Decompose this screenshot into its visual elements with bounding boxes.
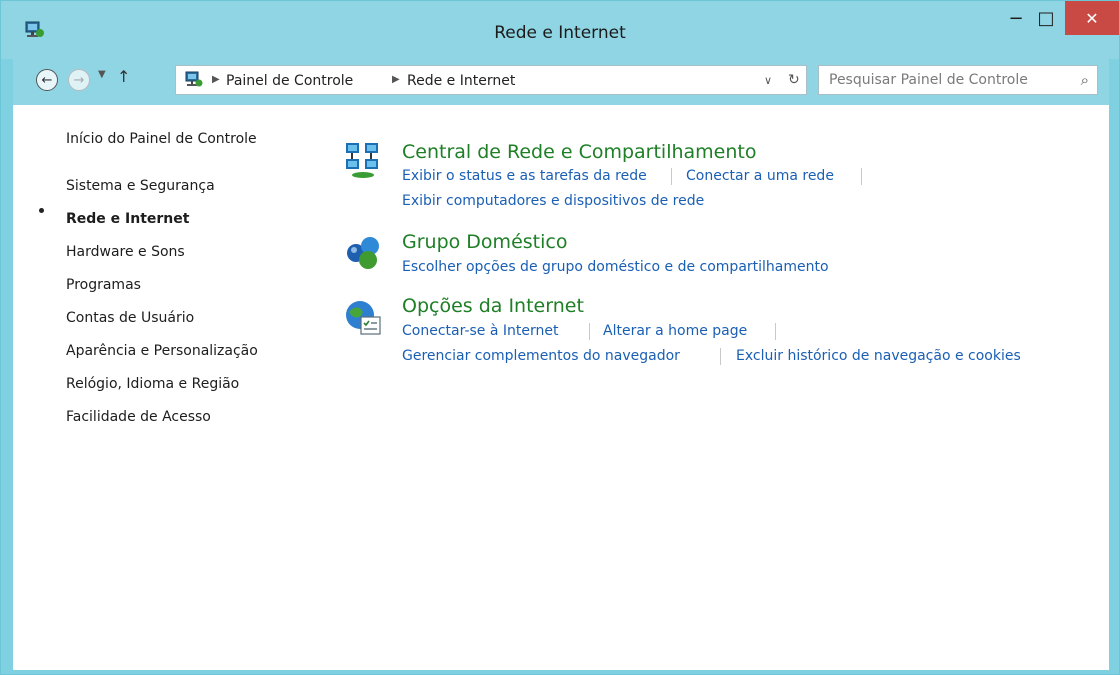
forward-button[interactable]: → (68, 69, 90, 91)
sidebar-item-programas[interactable]: Programas (66, 277, 141, 293)
link-conectar-a-uma-rede[interactable]: Conectar a uma rede (686, 168, 834, 184)
sidebar-item-facilidade-de-acesso[interactable]: Facilidade de Acesso (66, 409, 211, 425)
address-bar[interactable]: ▶ Painel de Controle ▶ Rede e Internet ∨… (175, 65, 807, 95)
internet-options-icon[interactable] (343, 297, 383, 337)
sidebar-item-aparencia[interactable]: Aparência e Personalização (66, 343, 258, 359)
window-title: Rede e Internet (494, 23, 626, 43)
recent-locations-button[interactable]: ▼ (98, 69, 106, 80)
back-button[interactable]: ← (36, 69, 58, 91)
link-divider (671, 168, 672, 185)
breadcrumb-rede-e-internet[interactable]: Rede e Internet (407, 73, 515, 89)
chevron-down-icon[interactable]: ∨ (764, 74, 772, 87)
link-divider (775, 323, 776, 340)
link-escolher-opcoes-grupo[interactable]: Escolher opções de grupo doméstico e de … (402, 259, 829, 275)
sidebar-item-inicio[interactable]: Início do Painel de Controle (66, 131, 257, 147)
network-center-icon[interactable] (343, 141, 383, 181)
breadcrumb-painel-de-controle[interactable]: Painel de Controle (226, 73, 353, 89)
category-title-opcoes-da-internet[interactable]: Opções da Internet (402, 295, 584, 317)
sidebar-item-sistema-e-seguranca[interactable]: Sistema e Segurança (66, 178, 215, 194)
homegroup-icon[interactable] (343, 231, 383, 271)
sidebar-item-rede-e-internet[interactable]: Rede e Internet (66, 211, 189, 227)
active-bullet (39, 208, 44, 213)
link-gerenciar-complementos[interactable]: Gerenciar complementos do navegador (402, 348, 680, 364)
arrow-right-icon: → (73, 72, 85, 88)
control-panel-icon (184, 71, 204, 89)
link-exibir-computadores[interactable]: Exibir computadores e dispositivos de re… (402, 193, 704, 209)
search-box[interactable]: Pesquisar Painel de Controle ⌕ (818, 65, 1098, 95)
main-content: Início do Painel de Controle Sistema e S… (13, 105, 1109, 670)
minimize-button[interactable]: − (1001, 1, 1031, 35)
sidebar-item-contas-de-usuario[interactable]: Contas de Usuário (66, 310, 194, 326)
up-button[interactable]: ↑ (117, 67, 130, 86)
control-panel-window: Rede e Internet − □ ✕ ← → ▼ ↑ ▶ Painel d… (0, 0, 1120, 675)
link-alterar-home-page[interactable]: Alterar a home page (603, 323, 747, 339)
link-divider (861, 168, 862, 185)
arrow-up-icon: ↑ (117, 67, 131, 86)
chevron-down-icon: ▼ (98, 69, 106, 80)
link-exibir-status[interactable]: Exibir o status e as tarefas da rede (402, 168, 647, 184)
sidebar-item-hardware-e-sons[interactable]: Hardware e Sons (66, 244, 185, 260)
link-conectar-se-a-internet[interactable]: Conectar-se à Internet (402, 323, 558, 339)
address-toolbar: ← → ▼ ↑ ▶ Painel de Controle ▶ Rede e In… (13, 59, 1109, 105)
maximize-button[interactable]: □ (1031, 1, 1061, 35)
search-input[interactable]: Pesquisar Painel de Controle (829, 72, 1028, 88)
link-excluir-historico[interactable]: Excluir histórico de navegação e cookies (736, 348, 1021, 364)
link-divider (589, 323, 590, 340)
arrow-left-icon: ← (41, 72, 53, 88)
category-title-central-de-rede[interactable]: Central de Rede e Compartilhamento (402, 141, 757, 163)
breadcrumb-separator-icon[interactable]: ▶ (212, 74, 220, 85)
sidebar-item-relogio[interactable]: Relógio, Idioma e Região (66, 376, 239, 392)
title-bar[interactable]: Rede e Internet − □ ✕ (1, 1, 1119, 59)
refresh-icon[interactable]: ↻ (788, 72, 800, 88)
category-title-grupo-domestico[interactable]: Grupo Doméstico (402, 231, 567, 253)
link-divider (720, 348, 721, 365)
close-button[interactable]: ✕ (1065, 1, 1119, 35)
search-icon[interactable]: ⌕ (1081, 71, 1089, 89)
breadcrumb-separator-icon[interactable]: ▶ (392, 74, 400, 85)
